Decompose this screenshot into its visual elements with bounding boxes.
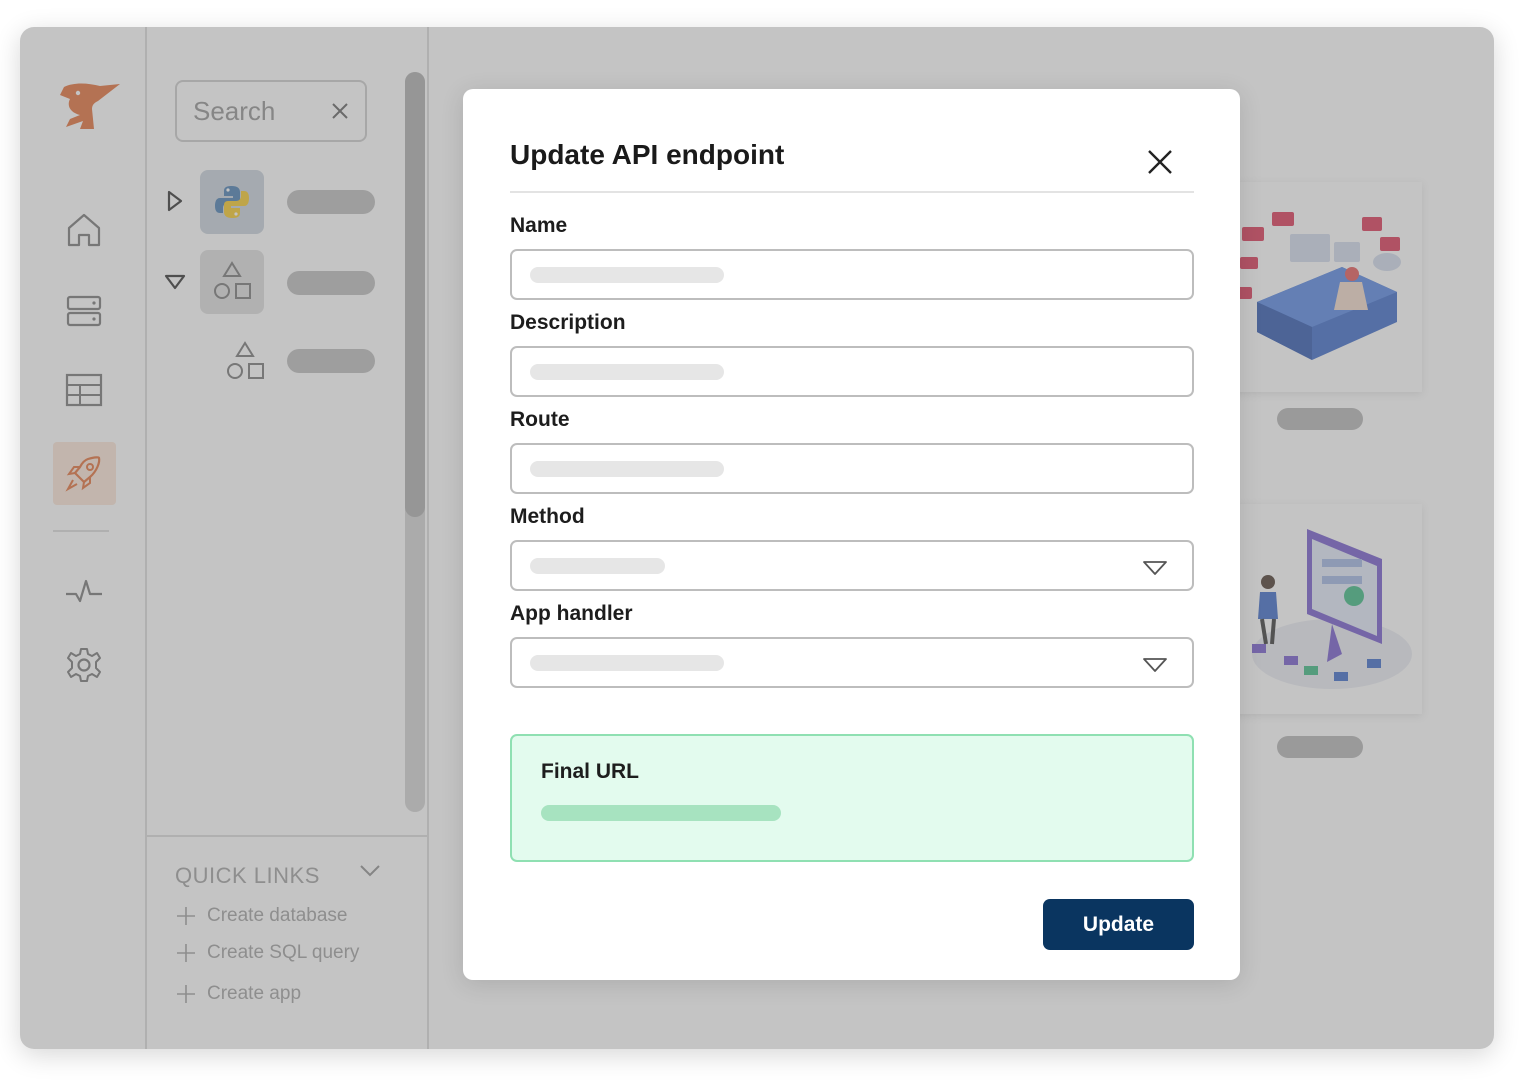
app-handler-select[interactable] — [510, 637, 1194, 688]
chevron-down-icon — [1143, 561, 1167, 575]
app-handler-value-placeholder — [530, 655, 724, 671]
final-url-value-placeholder — [541, 805, 781, 821]
dialog-divider — [510, 191, 1194, 193]
route-field-container — [510, 443, 1194, 494]
close-icon[interactable] — [1145, 147, 1175, 177]
route-label: Route — [510, 408, 570, 431]
method-value-placeholder — [530, 558, 665, 574]
name-field[interactable] — [528, 261, 1128, 289]
description-label: Description — [510, 311, 626, 334]
method-select[interactable] — [510, 540, 1194, 591]
method-label: Method — [510, 505, 585, 528]
app-handler-label: App handler — [510, 602, 633, 625]
description-field-container — [510, 346, 1194, 397]
chevron-down-icon — [1143, 658, 1167, 672]
update-button[interactable]: Update — [1043, 899, 1194, 950]
app-window: QUICK LINKS Create database Create SQL q… — [20, 27, 1494, 1049]
update-endpoint-dialog: Update API endpoint Name Description Rou… — [463, 89, 1240, 980]
route-field[interactable] — [528, 455, 1128, 483]
final-url-label: Final URL — [541, 760, 639, 783]
description-field[interactable] — [528, 358, 1128, 386]
final-url-box: Final URL — [510, 734, 1194, 862]
name-field-container — [510, 249, 1194, 300]
dialog-title: Update API endpoint — [510, 139, 785, 170]
name-label: Name — [510, 214, 568, 237]
